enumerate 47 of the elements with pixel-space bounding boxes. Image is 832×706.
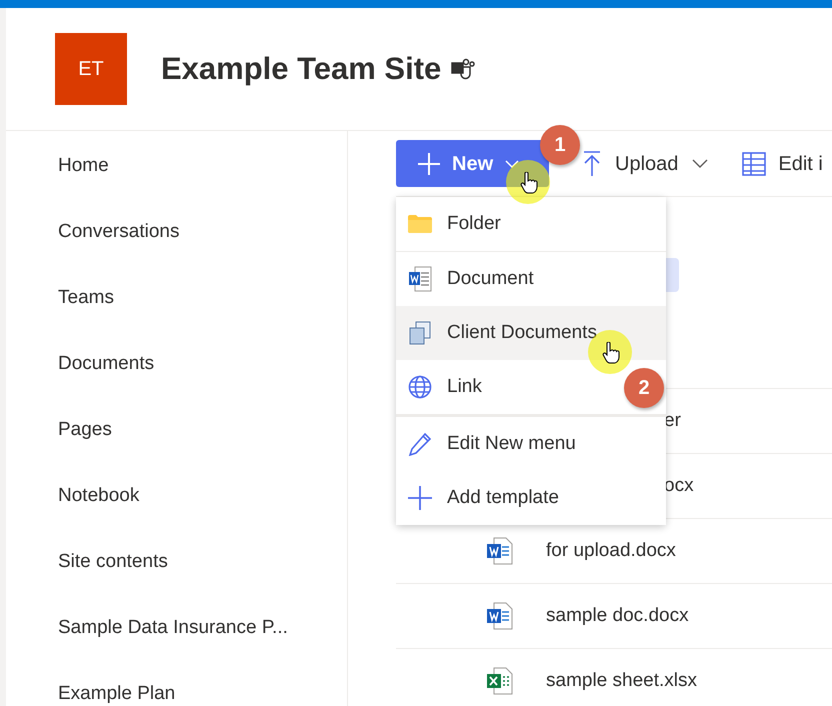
- file-name[interactable]: for upload.docx: [546, 536, 676, 566]
- pointer-cursor-icon: [602, 342, 620, 364]
- menu-item[interactable]: Add template: [396, 471, 666, 525]
- nav-link[interactable]: Conversations: [58, 218, 180, 246]
- nav-link[interactable]: Site contents: [58, 548, 168, 576]
- edit-grid-button[interactable]: Edit i: [742, 148, 823, 178]
- spreadsheet-icon: [486, 667, 514, 695]
- pencil-icon: [408, 432, 432, 456]
- menu-item-label: Document: [447, 266, 534, 291]
- teams-icon: [451, 58, 476, 80]
- nav-link[interactable]: Sample Data Insurance P...: [58, 614, 288, 642]
- menu-item-label: Add template: [447, 486, 559, 510]
- nav-link[interactable]: Teams: [58, 284, 114, 312]
- menu-item[interactable]: Edit New menu: [396, 417, 666, 471]
- view-chip[interactable]: [666, 258, 679, 292]
- nav-link[interactable]: Documents: [58, 350, 154, 378]
- site-logo: ET: [55, 33, 127, 105]
- menu-item[interactable]: Folder: [396, 197, 666, 251]
- menu-item-label: Folder: [447, 212, 501, 236]
- document-icon: [486, 602, 514, 630]
- site-title: Example Team Site: [161, 50, 442, 88]
- globe-icon: [408, 375, 432, 399]
- document-icon: [486, 537, 514, 565]
- chevron-down-icon: [505, 160, 520, 168]
- menu-item-label: Edit New menu: [447, 432, 576, 456]
- file-name[interactable]: sample doc.docx: [546, 602, 689, 630]
- menu-item-label: Link: [447, 374, 482, 399]
- plus-icon: [408, 486, 432, 510]
- new-button[interactable]: New: [396, 140, 549, 187]
- document-icon: [408, 266, 432, 292]
- upload-icon: [583, 150, 601, 176]
- menu-item-label: Client Documents: [447, 320, 597, 345]
- nav-link[interactable]: Example Plan: [58, 680, 176, 706]
- file-name[interactable]: sample sheet.xlsx: [546, 666, 698, 696]
- chevron-down-icon: [692, 159, 708, 168]
- menu-item[interactable]: Document: [396, 252, 666, 306]
- nav-link[interactable]: Notebook: [58, 482, 140, 510]
- stacked-pages-icon: [409, 321, 431, 345]
- nav-link[interactable]: Pages: [58, 416, 112, 444]
- upload-button[interactable]: Upload: [583, 148, 708, 178]
- nav-link[interactable]: Home: [58, 152, 109, 180]
- plus-icon: [418, 152, 440, 174]
- step-badge: 1: [540, 125, 580, 165]
- pointer-cursor-icon: [520, 172, 538, 194]
- folder-icon: [408, 215, 432, 233]
- menu-item[interactable]: Client Documents: [396, 306, 666, 360]
- grid-icon: [742, 152, 766, 176]
